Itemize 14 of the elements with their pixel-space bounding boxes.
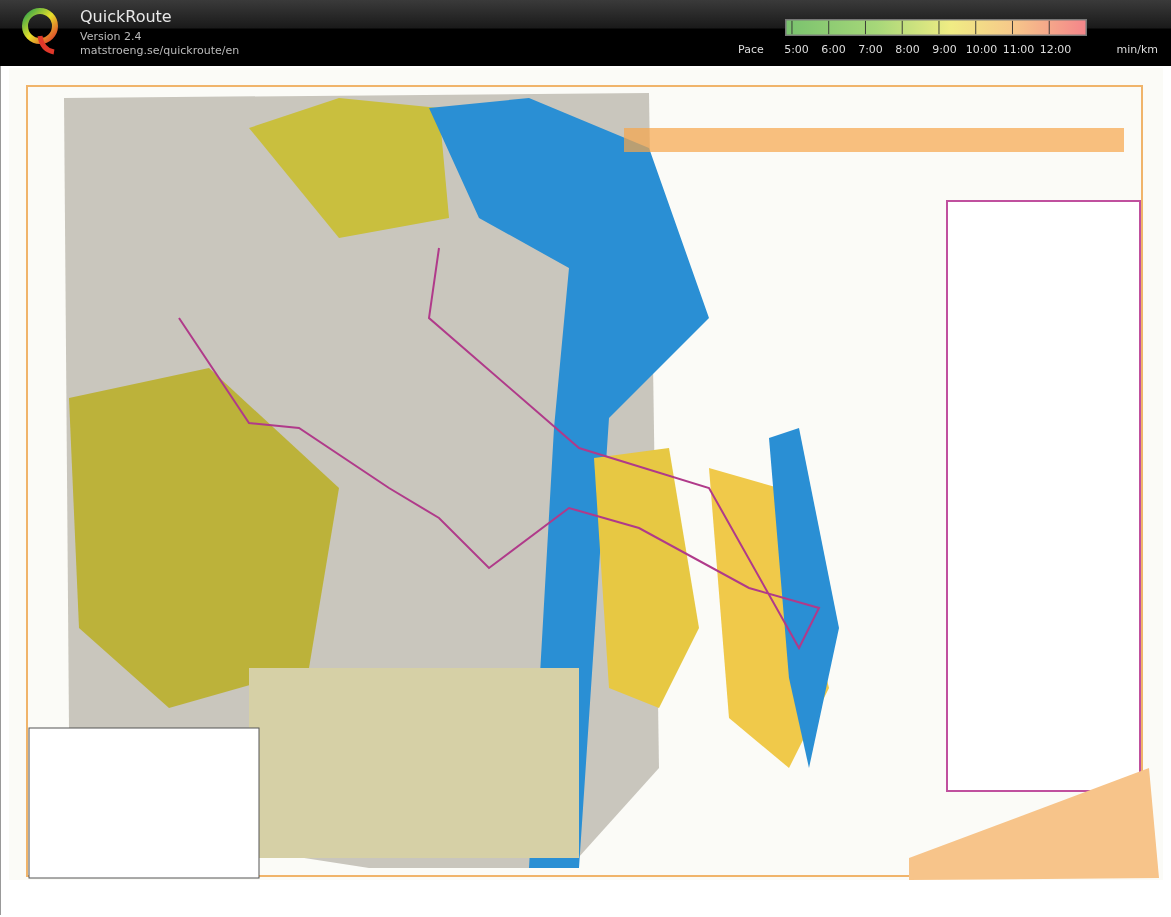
- pace-unit: min/km: [1116, 43, 1158, 56]
- pace-label: Pace: [738, 43, 765, 56]
- pace-tick-label: 5:00: [783, 43, 810, 56]
- pace-tick-label: 9:00: [931, 43, 958, 56]
- pace-tick-label: 10:00: [964, 43, 999, 56]
- pace-tick-label: 8:00: [894, 43, 921, 56]
- pace-tick-label: 11:00: [1001, 43, 1036, 56]
- pace-tick-label: 12:00: [1038, 43, 1073, 56]
- app-title: QuickRoute: [80, 7, 173, 27]
- pace-tick-label: 7:00: [857, 43, 884, 56]
- app-logo: [20, 6, 60, 56]
- version-text: Version 2.4: [80, 30, 143, 44]
- website-link[interactable]: matstroeng.se/quickroute/en: [80, 44, 240, 58]
- pace-tick-label: 6:00: [820, 43, 847, 56]
